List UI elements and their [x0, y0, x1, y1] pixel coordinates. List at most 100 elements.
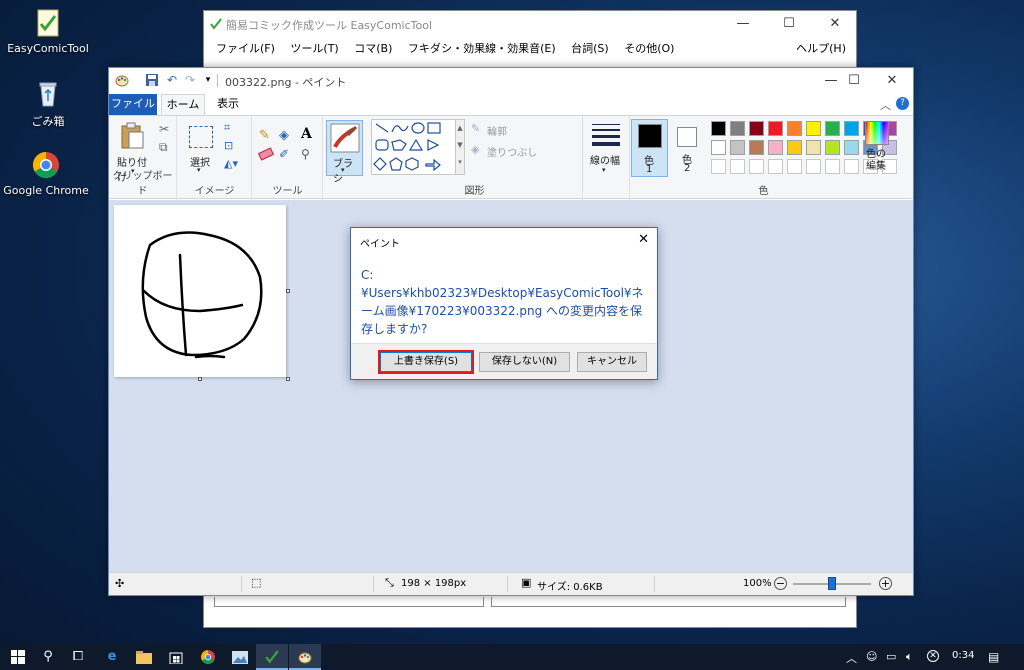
edit-colors-button[interactable]: 色の 編集 [861, 119, 893, 177]
color-picker-icon[interactable]: ✐ [279, 147, 289, 161]
magnifier-icon[interactable]: ⚲ [301, 147, 310, 161]
palette-swatch[interactable] [730, 121, 745, 136]
cut-icon[interactable]: ✂ [159, 122, 169, 136]
help-icon[interactable]: ? [896, 97, 909, 110]
palette-swatch[interactable] [711, 121, 726, 136]
ect-menu-serifu[interactable]: 台詞(S) [565, 37, 615, 59]
ect-menu-koma[interactable]: コマ(B) [348, 37, 398, 59]
zoom-slider-thumb[interactable] [828, 577, 836, 590]
color1-button[interactable]: 色 1 [631, 119, 668, 177]
zoom-out-button[interactable]: − [774, 577, 787, 590]
palette-swatch[interactable] [768, 140, 783, 155]
save-button[interactable]: 上書き保存(S) [380, 352, 472, 372]
palette-swatch[interactable] [806, 121, 821, 136]
color2-button[interactable]: 色 2 [671, 119, 707, 177]
copy-icon[interactable]: ⧉ [159, 140, 168, 155]
ect-close-button[interactable]: ✕ [812, 11, 858, 37]
edge-icon[interactable]: e [96, 644, 128, 670]
search-icon[interactable]: ⚲ [32, 644, 64, 670]
paint-taskbar-icon[interactable] [289, 644, 321, 670]
palette-swatch[interactable] [749, 121, 764, 136]
tab-home[interactable]: ホーム [161, 94, 205, 115]
rotate-icon[interactable]: ◭▾ [224, 157, 238, 170]
palette-swatch[interactable] [730, 159, 745, 174]
resize-icon[interactable]: ⊡ [224, 139, 233, 152]
collapse-ribbon-icon[interactable]: ︿ [880, 97, 891, 113]
line-width-button[interactable]: 線の幅 ▾ [588, 120, 626, 176]
chrome-taskbar-icon[interactable] [192, 644, 224, 670]
undo-icon[interactable]: ↶ [165, 73, 179, 87]
shapes-gallery[interactable] [371, 119, 457, 175]
palette-swatch[interactable] [844, 121, 859, 136]
network-icon[interactable]: ▭ [886, 650, 896, 663]
palette-swatch[interactable] [844, 159, 859, 174]
paste-button[interactable]: 貼り付け ▾ [115, 120, 151, 184]
redo-icon[interactable]: ↷ [183, 73, 197, 87]
fill-label[interactable]: 塗りつぶし [487, 144, 537, 159]
ect-menu-file[interactable]: ファイル(F) [210, 37, 281, 59]
ect-minimize-button[interactable]: — [720, 11, 766, 37]
palette-swatch[interactable] [787, 140, 802, 155]
eraser-icon[interactable] [257, 147, 275, 161]
photos-icon[interactable] [224, 644, 256, 670]
fill-bucket-icon[interactable]: ◈ [279, 128, 289, 143]
outline-label[interactable]: 輪郭 [487, 123, 507, 138]
palette-swatch[interactable] [749, 140, 764, 155]
people-icon[interactable]: ☺ [866, 650, 877, 663]
desktop-icon-recycle-bin[interactable]: ごみ箱 [0, 79, 96, 129]
shapes-scroll[interactable]: ▲ ▼ ▾ [455, 119, 465, 175]
palette-swatch[interactable] [806, 140, 821, 155]
palette-swatch[interactable] [806, 159, 821, 174]
palette-swatch[interactable] [749, 159, 764, 174]
action-center-icon[interactable]: ▤ [988, 650, 999, 664]
show-hidden-icons-icon[interactable]: ︿ [846, 650, 857, 666]
notification-status-icon[interactable]: ✕ [927, 650, 939, 662]
palette-swatch[interactable] [768, 121, 783, 136]
canvas-resize-handle-corner[interactable] [286, 377, 290, 381]
easycomictool-taskbar-icon[interactable] [256, 644, 288, 670]
ect-menu-tools[interactable]: ツール(T) [284, 37, 344, 59]
ect-maximize-button[interactable]: ☐ [766, 11, 812, 37]
tab-view[interactable]: 表示 [207, 94, 249, 115]
task-view-icon[interactable]: ⧠ [62, 644, 94, 670]
drawing-canvas[interactable] [114, 205, 286, 377]
select-button[interactable]: 選択 ▾ [186, 124, 216, 174]
desktop-icon-google-chrome[interactable]: Google Chrome [0, 150, 94, 197]
text-icon[interactable]: A [301, 126, 312, 142]
file-explorer-icon[interactable] [128, 644, 160, 670]
desktop-icon-easycomictool[interactable]: EasyComicTool [0, 8, 96, 55]
tab-file[interactable]: ファイル [109, 94, 157, 115]
ect-menu-other[interactable]: その他(O) [618, 37, 680, 59]
palette-swatch[interactable] [730, 140, 745, 155]
paint-close-button[interactable]: ✕ [869, 68, 915, 93]
palette-swatch[interactable] [825, 140, 840, 155]
palette-swatch[interactable] [844, 140, 859, 155]
palette-swatch[interactable] [787, 121, 802, 136]
dialog-close-button[interactable]: ✕ [638, 232, 649, 247]
color2-index: 2 [684, 163, 691, 174]
customize-qat-icon[interactable]: ▾ [201, 73, 215, 87]
store-icon[interactable] [160, 644, 192, 670]
canvas-resize-handle-right[interactable] [286, 289, 290, 293]
save-icon[interactable] [145, 73, 159, 87]
pencil-icon[interactable]: ✎ [259, 128, 270, 143]
edit-colors-label: 色の 編集 [866, 149, 886, 172]
palette-swatch[interactable] [825, 121, 840, 136]
palette-swatch[interactable] [787, 159, 802, 174]
volume-icon[interactable]: 🔈︎ [906, 650, 913, 664]
dont-save-button[interactable]: 保存しない(N) [479, 352, 570, 372]
crop-icon[interactable]: ⌗ [224, 121, 230, 135]
ribbon-tabs: ファイル ホーム 表示 ︿ ? [109, 93, 913, 115]
ect-menu-help[interactable]: ヘルプ(H) [790, 37, 852, 59]
zoom-in-button[interactable]: + [879, 577, 892, 590]
palette-swatch[interactable] [768, 159, 783, 174]
palette-swatch[interactable] [711, 140, 726, 155]
canvas-resize-handle-bottom[interactable] [198, 377, 202, 381]
palette-swatch[interactable] [825, 159, 840, 174]
palette-swatch[interactable] [711, 159, 726, 174]
start-button[interactable] [2, 644, 34, 670]
cancel-button[interactable]: キャンセル [577, 352, 647, 372]
ect-menu-fukidashi[interactable]: フキダシ・効果線・効果音(E) [402, 37, 562, 59]
taskbar-clock[interactable]: 0:34 [952, 650, 974, 661]
brush-button[interactable]: ブラシ ▾ [326, 120, 363, 185]
